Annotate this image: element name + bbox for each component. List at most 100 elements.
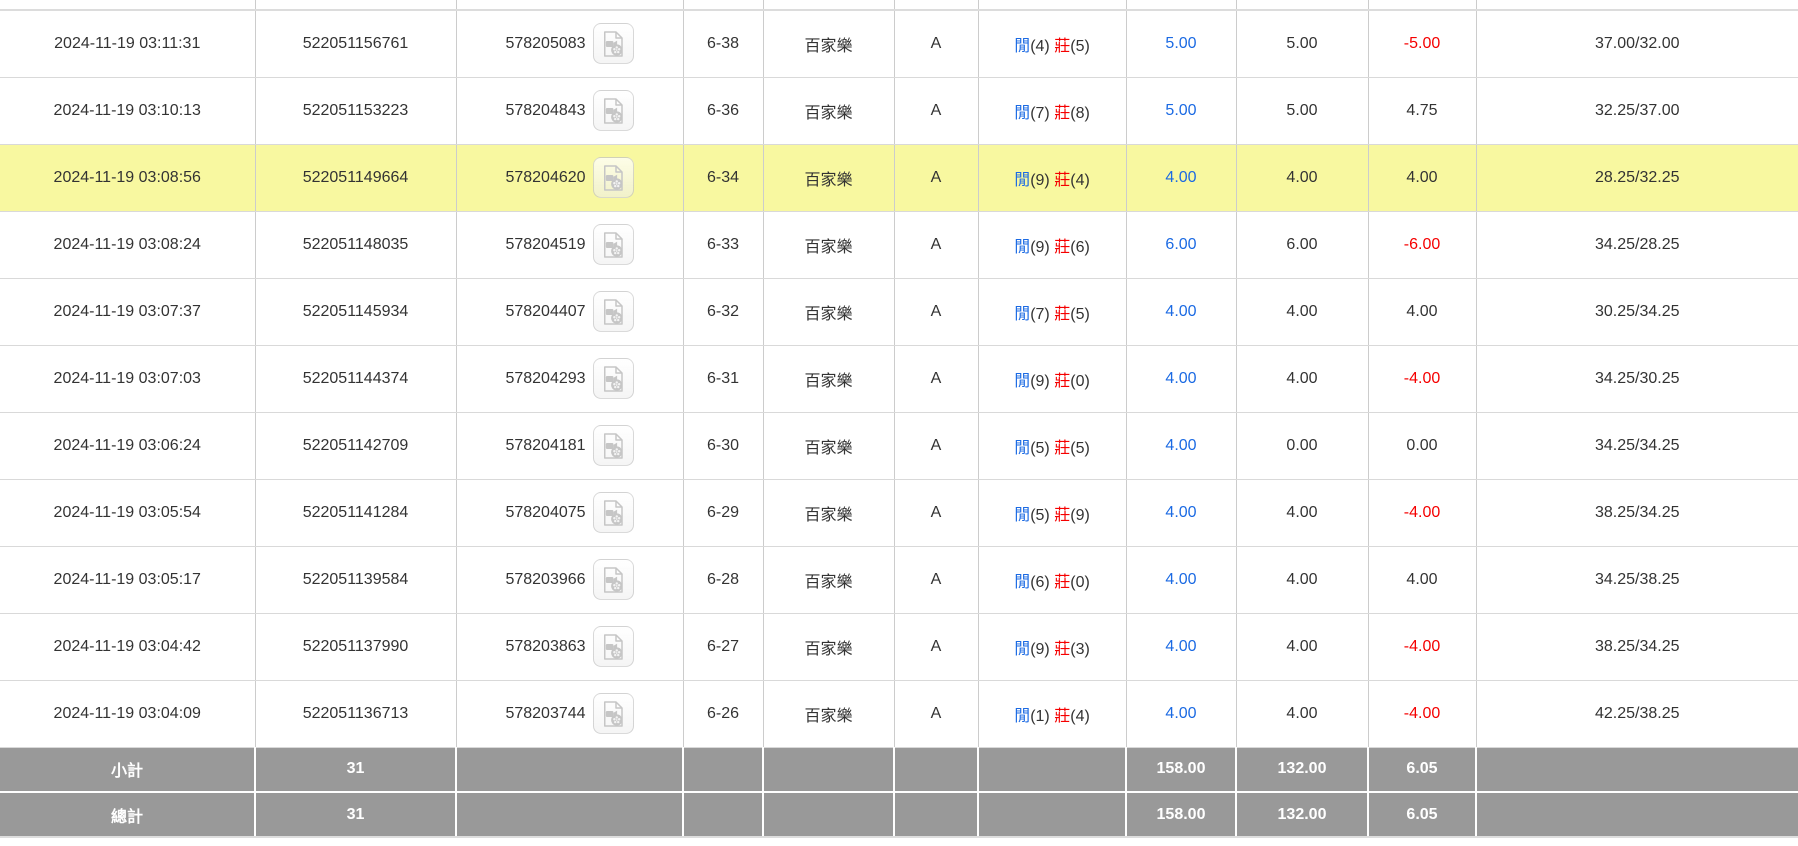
bet-amount-link[interactable]: 4.00 bbox=[1165, 705, 1196, 722]
banker-result-label: 莊 bbox=[1054, 172, 1070, 189]
player-result-label: 閒 bbox=[1014, 708, 1030, 725]
bet-amount-link[interactable]: 4.00 bbox=[1165, 303, 1196, 320]
balance-cell: 32.25/37.00 bbox=[1476, 77, 1798, 144]
bet-amount-link[interactable]: 5.00 bbox=[1165, 35, 1196, 52]
bet-amount-link[interactable]: 4.00 bbox=[1165, 169, 1196, 186]
player-result-score: (1) bbox=[1030, 708, 1050, 725]
summary-empty-cell bbox=[978, 792, 1126, 837]
valid-bet-cell: 4.00 bbox=[1236, 613, 1368, 680]
game-result-cell: 閒(6) 莊(0) bbox=[978, 546, 1126, 613]
table-row[interactable]: 2024-11-19 03:08:24 522051148035 5782045… bbox=[0, 211, 1798, 278]
round-id-text: 578203863 bbox=[505, 638, 585, 656]
player-result-label: 閒 bbox=[1014, 373, 1030, 390]
table-row[interactable]: 2024-11-19 03:11:31 522051156761 5782050… bbox=[0, 10, 1798, 77]
table-row[interactable]: 2024-11-19 03:05:17 522051139584 5782039… bbox=[0, 546, 1798, 613]
round-id-cell: 578204620 bbox=[456, 144, 683, 211]
player-result-score: (5) bbox=[1030, 440, 1050, 457]
game-type-cell: 百家樂 bbox=[763, 680, 894, 747]
player-result-label: 閒 bbox=[1014, 38, 1030, 55]
video-replay-button[interactable] bbox=[593, 358, 634, 399]
video-replay-button[interactable] bbox=[593, 693, 634, 734]
cropped-cell bbox=[894, 0, 978, 10]
player-result-label: 閒 bbox=[1014, 574, 1030, 591]
bet-amount-link[interactable]: 4.00 bbox=[1165, 638, 1196, 655]
banker-result-score: (5) bbox=[1070, 38, 1090, 55]
bet-time-cell: 2024-11-19 03:06:24 bbox=[0, 412, 255, 479]
bet-time-cell: 2024-11-19 03:04:09 bbox=[0, 680, 255, 747]
table-letter-cell: A bbox=[894, 10, 978, 77]
video-file-icon bbox=[598, 364, 628, 394]
bet-amount-link[interactable]: 5.00 bbox=[1165, 102, 1196, 119]
table-row[interactable]: 2024-11-19 03:07:03 522051144374 5782042… bbox=[0, 345, 1798, 412]
table-row[interactable]: 2024-11-19 03:04:42 522051137990 5782038… bbox=[0, 613, 1798, 680]
game-result-cell: 閒(9) 莊(0) bbox=[978, 345, 1126, 412]
summary-empty-cell bbox=[978, 747, 1126, 792]
video-replay-button[interactable] bbox=[593, 626, 634, 667]
win-loss-cell: -5.00 bbox=[1368, 10, 1476, 77]
game-type-cell: 百家樂 bbox=[763, 546, 894, 613]
shoe-round-cell: 6-36 bbox=[683, 77, 763, 144]
table-row[interactable]: 2024-11-19 03:07:37 522051145934 5782044… bbox=[0, 278, 1798, 345]
game-result-cell: 閒(9) 莊(6) bbox=[978, 211, 1126, 278]
bet-amount-link[interactable]: 4.00 bbox=[1165, 571, 1196, 588]
win-loss-cell: -4.00 bbox=[1368, 479, 1476, 546]
win-loss-cell: 4.00 bbox=[1368, 546, 1476, 613]
bet-amount-cell: 4.00 bbox=[1126, 680, 1236, 747]
video-replay-button[interactable] bbox=[593, 23, 634, 64]
round-id-text: 578204293 bbox=[505, 370, 585, 388]
round-id-text: 578203966 bbox=[505, 571, 585, 589]
banker-result-score: (4) bbox=[1070, 708, 1090, 725]
table-row[interactable]: 2024-11-19 03:04:09 522051136713 5782037… bbox=[0, 680, 1798, 747]
round-id-text: 578204407 bbox=[505, 303, 585, 321]
table-row[interactable]: 2024-11-19 03:10:13 522051153223 5782048… bbox=[0, 77, 1798, 144]
banker-result-score: (3) bbox=[1070, 641, 1090, 658]
bet-time-cell: 2024-11-19 03:08:24 bbox=[0, 211, 255, 278]
round-id-cell: 578204407 bbox=[456, 278, 683, 345]
table-letter-cell: A bbox=[894, 680, 978, 747]
win-loss-cell: 0.00 bbox=[1368, 412, 1476, 479]
video-replay-button[interactable] bbox=[593, 425, 634, 466]
summary-empty-cell bbox=[456, 792, 683, 837]
bet-amount-cell: 4.00 bbox=[1126, 613, 1236, 680]
balance-cell: 38.25/34.25 bbox=[1476, 479, 1798, 546]
cropped-cell bbox=[1236, 0, 1368, 10]
table-letter-cell: A bbox=[894, 77, 978, 144]
game-result-cell: 閒(9) 莊(4) bbox=[978, 144, 1126, 211]
shoe-round-cell: 6-30 bbox=[683, 412, 763, 479]
bet-amount-cell: 6.00 bbox=[1126, 211, 1236, 278]
cropped-cell bbox=[1368, 0, 1476, 10]
banker-result-label: 莊 bbox=[1054, 306, 1070, 323]
table-letter-cell: A bbox=[894, 412, 978, 479]
round-id-text: 578205083 bbox=[505, 35, 585, 53]
bet-time-cell: 2024-11-19 03:10:13 bbox=[0, 77, 255, 144]
bet-id-cell: 522051149664 bbox=[255, 144, 456, 211]
video-replay-button[interactable] bbox=[593, 492, 634, 533]
table-row[interactable]: 2024-11-19 03:05:54 522051141284 5782040… bbox=[0, 479, 1798, 546]
cropped-cell bbox=[255, 0, 456, 10]
bet-amount-link[interactable]: 4.00 bbox=[1165, 370, 1196, 387]
video-file-icon bbox=[598, 431, 628, 461]
win-loss-cell: 4.75 bbox=[1368, 77, 1476, 144]
banker-result-label: 莊 bbox=[1054, 373, 1070, 390]
video-replay-button[interactable] bbox=[593, 224, 634, 265]
video-replay-button[interactable] bbox=[593, 559, 634, 600]
video-replay-button[interactable] bbox=[593, 90, 634, 131]
bet-amount-cell: 4.00 bbox=[1126, 546, 1236, 613]
bet-amount-link[interactable]: 4.00 bbox=[1165, 504, 1196, 521]
bet-amount-link[interactable]: 6.00 bbox=[1165, 236, 1196, 253]
bet-amount-cell: 5.00 bbox=[1126, 77, 1236, 144]
banker-result-score: (0) bbox=[1070, 373, 1090, 390]
video-file-icon bbox=[598, 498, 628, 528]
bet-amount-link[interactable]: 4.00 bbox=[1165, 437, 1196, 454]
game-type-cell: 百家樂 bbox=[763, 278, 894, 345]
video-replay-button[interactable] bbox=[593, 157, 634, 198]
cropped-cell bbox=[1126, 0, 1236, 10]
game-result-cell: 閒(5) 莊(5) bbox=[978, 412, 1126, 479]
table-row[interactable]: 2024-11-19 03:06:24 522051142709 5782041… bbox=[0, 412, 1798, 479]
bet-time-cell: 2024-11-19 03:04:42 bbox=[0, 613, 255, 680]
summary-empty-cell bbox=[894, 747, 978, 792]
table-row[interactable]: 2024-11-19 03:08:56 522051149664 5782046… bbox=[0, 144, 1798, 211]
bet-id-cell: 522051142709 bbox=[255, 412, 456, 479]
video-replay-button[interactable] bbox=[593, 291, 634, 332]
win-loss-cell: -4.00 bbox=[1368, 680, 1476, 747]
